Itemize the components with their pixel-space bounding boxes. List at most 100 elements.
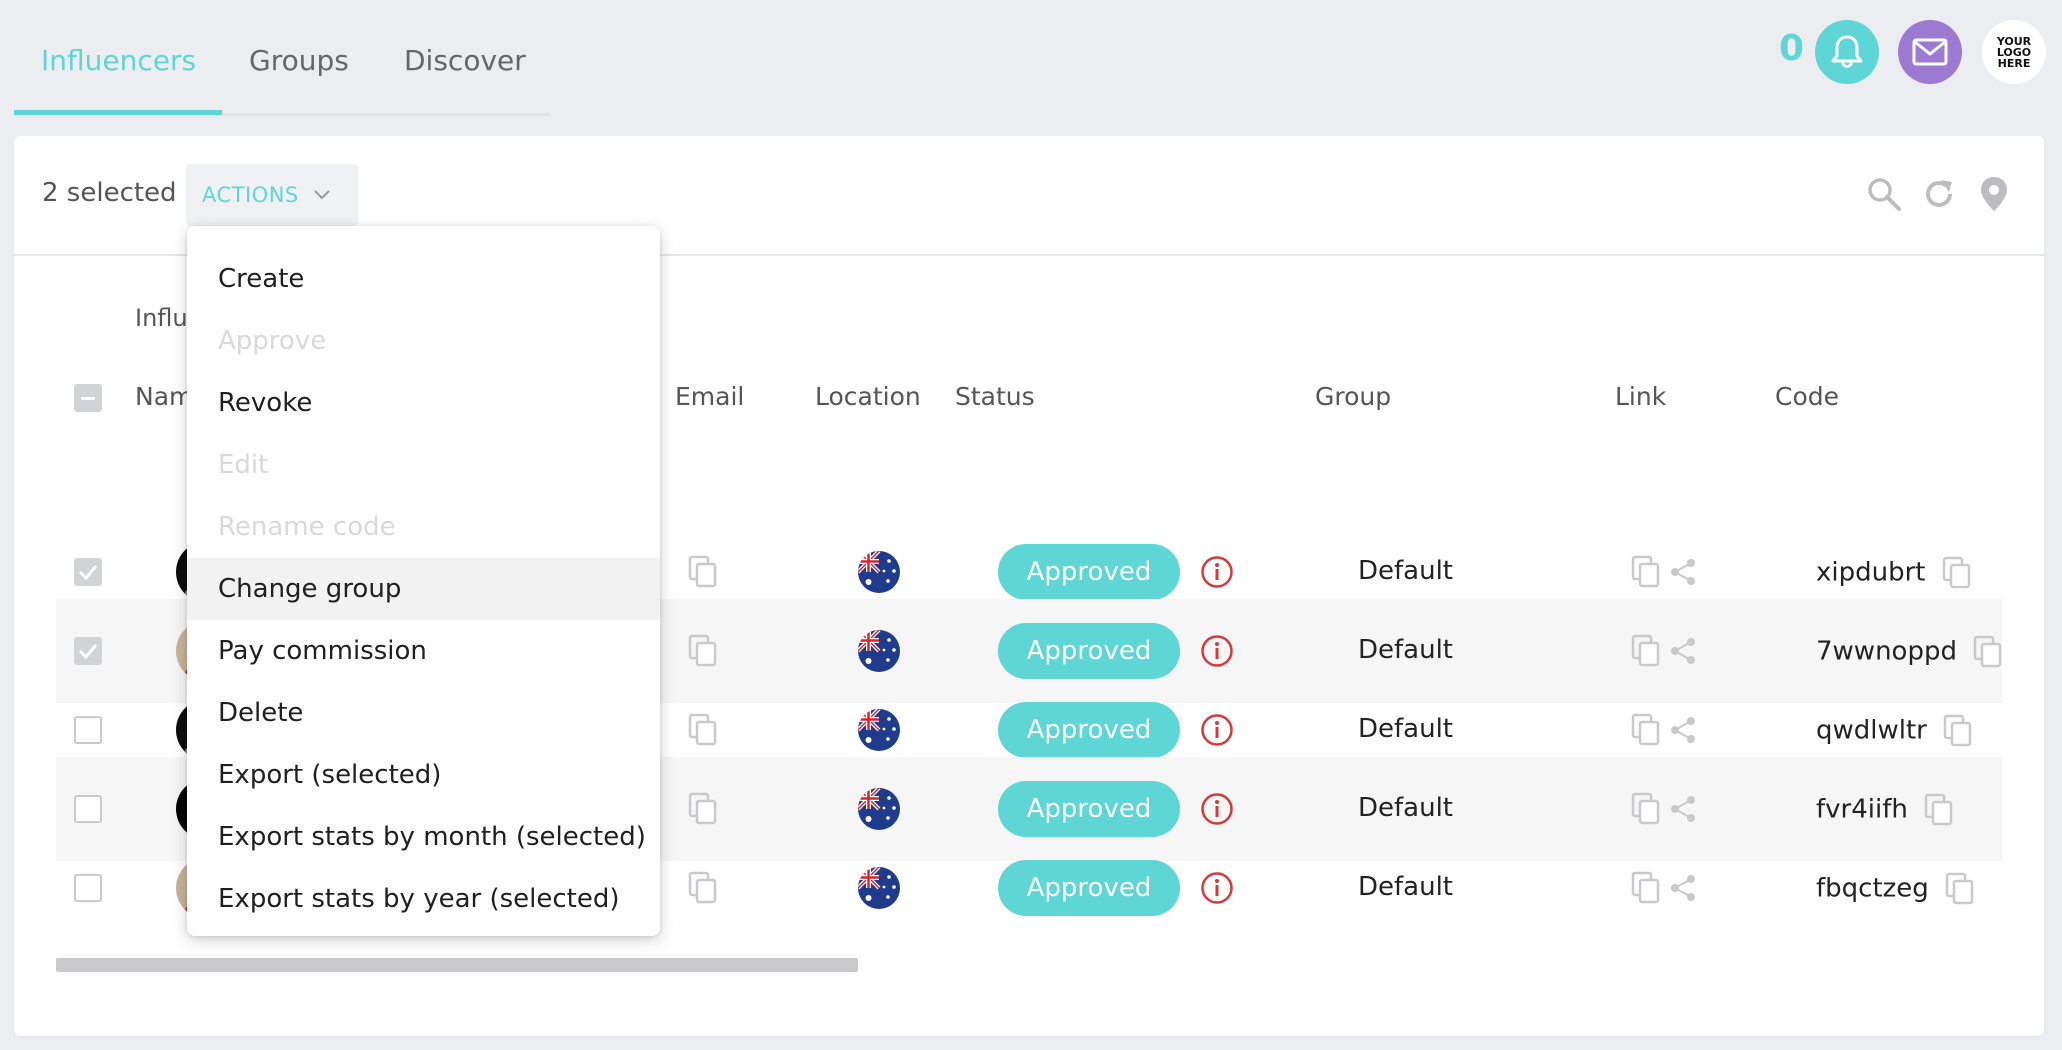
search-button[interactable] [1864,174,1904,214]
menu-item-edit: Edit [218,450,269,480]
info-icon[interactable] [1200,713,1234,747]
code-cell: fvr4iifh [1816,793,1954,827]
code-copy-icon[interactable] [1943,714,1973,748]
code-cell: fbqctzeg [1816,872,1975,906]
chevron-down-icon [314,190,330,200]
mail-icon [1912,38,1948,66]
menu-item-export-selected[interactable]: Export (selected) [187,744,660,806]
status-badge: Approved [998,702,1180,758]
menu-item-rename-code: Rename code [218,512,396,542]
share-icon[interactable] [1669,874,1697,902]
col-header-link[interactable]: Link [1615,382,1666,411]
code-copy-icon[interactable] [1945,872,1975,906]
col-header-group[interactable]: Group [1315,382,1391,411]
code-text: qwdlwltr [1816,715,1927,746]
group-cell: Default [1358,635,1453,665]
code-copy-icon[interactable] [1924,793,1954,827]
horizontal-scrollbar[interactable] [56,958,858,972]
notification-count: 0 [1779,28,1805,69]
tab-groups[interactable]: Groups [249,44,349,77]
link-copy-icon[interactable] [1631,634,1661,668]
group-cell: Default [1358,556,1453,586]
bell-icon [1831,35,1863,68]
location-flag [858,709,900,751]
info-icon[interactable] [1200,792,1234,826]
tab-discover[interactable]: Discover [404,44,526,77]
link-copy-icon[interactable] [1631,871,1661,905]
share-icon[interactable] [1669,637,1697,665]
actions-menu: Create Approve Revoke Edit Rename code Change… [187,226,660,936]
check-icon [78,565,98,580]
top-tabs: Influencers Groups Discover [14,0,550,116]
australia-flag-icon [858,630,900,672]
menu-item-pay-commission[interactable]: Pay commission [187,620,660,682]
refresh-icon [1926,180,1952,207]
notifications-button[interactable] [1815,20,1879,84]
menu-item-change-group[interactable]: Change group [187,558,660,620]
info-icon[interactable] [1200,634,1234,668]
australia-flag-icon [858,788,900,830]
code-text: xipdubrt [1816,557,1926,588]
col-header-location[interactable]: Location [815,382,921,411]
messages-button[interactable] [1898,20,1962,84]
row-checkbox[interactable] [74,558,102,586]
status-badge: Approved [998,544,1180,600]
col-header-status[interactable]: Status [955,382,1035,411]
code-copy-icon[interactable] [1973,635,2003,669]
menu-item-revoke[interactable]: Revoke [187,372,660,434]
row-checkbox[interactable] [74,637,102,665]
group-cell: Default [1358,872,1453,902]
actions-dropdown-button[interactable]: ACTIONS [186,164,358,226]
link-copy-icon[interactable] [1631,792,1661,826]
indeterminate-mark [81,396,95,400]
group-cell: Default [1358,793,1453,823]
selected-count: 2 selected [42,178,177,208]
email-copy-icon[interactable] [688,713,718,747]
share-icon[interactable] [1669,795,1697,823]
actions-label: ACTIONS [202,183,299,207]
menu-item-create[interactable]: Create [187,248,660,310]
code-text: 7wwnoppd [1816,636,1957,667]
code-cell: xipdubrt [1816,556,1972,590]
info-icon[interactable] [1200,871,1234,905]
share-icon[interactable] [1669,716,1697,744]
tab-influencers[interactable]: Influencers [41,44,196,77]
row-checkbox[interactable] [74,874,102,902]
email-copy-icon[interactable] [688,792,718,826]
select-all-checkbox[interactable] [74,384,102,412]
col-header-name[interactable]: Nam [135,382,193,411]
group-cell: Default [1358,714,1453,744]
row-checkbox[interactable] [74,716,102,744]
menu-item-approve: Approve [218,326,327,356]
refresh-button[interactable] [1919,174,1959,214]
share-icon[interactable] [1669,558,1697,586]
australia-flag-icon [858,709,900,751]
link-copy-icon[interactable] [1631,713,1661,747]
menu-item-delete[interactable]: Delete [187,682,660,744]
col-header-code[interactable]: Code [1775,382,1839,411]
menu-item-export-stats-by-year-selected[interactable]: Export stats by year (selected) [187,868,660,930]
email-copy-icon[interactable] [688,871,718,905]
section-label: Influ [135,304,188,332]
menu-item-export-stats-by-month-selected[interactable]: Export stats by month (selected) [187,806,660,868]
link-copy-icon[interactable] [1631,555,1661,589]
company-logo[interactable]: YOUR LOGO HERE [1982,20,2046,84]
location-flag [858,630,900,672]
code-cell: qwdlwltr [1816,714,1973,748]
col-header-email[interactable]: Email [675,382,744,411]
info-icon[interactable] [1200,555,1234,589]
code-copy-icon[interactable] [1942,556,1972,590]
status-badge: Approved [998,781,1180,837]
code-text: fbqctzeg [1816,873,1929,904]
australia-flag-icon [858,551,900,593]
location-filter-button[interactable] [1974,174,2014,214]
search-icon [1868,178,1901,211]
location-flag [858,788,900,830]
email-copy-icon[interactable] [688,555,718,589]
code-text: fvr4iifh [1816,794,1908,825]
australia-flag-icon [858,867,900,909]
status-badge: Approved [998,623,1180,679]
check-icon [78,644,98,659]
row-checkbox[interactable] [74,795,102,823]
email-copy-icon[interactable] [688,634,718,668]
